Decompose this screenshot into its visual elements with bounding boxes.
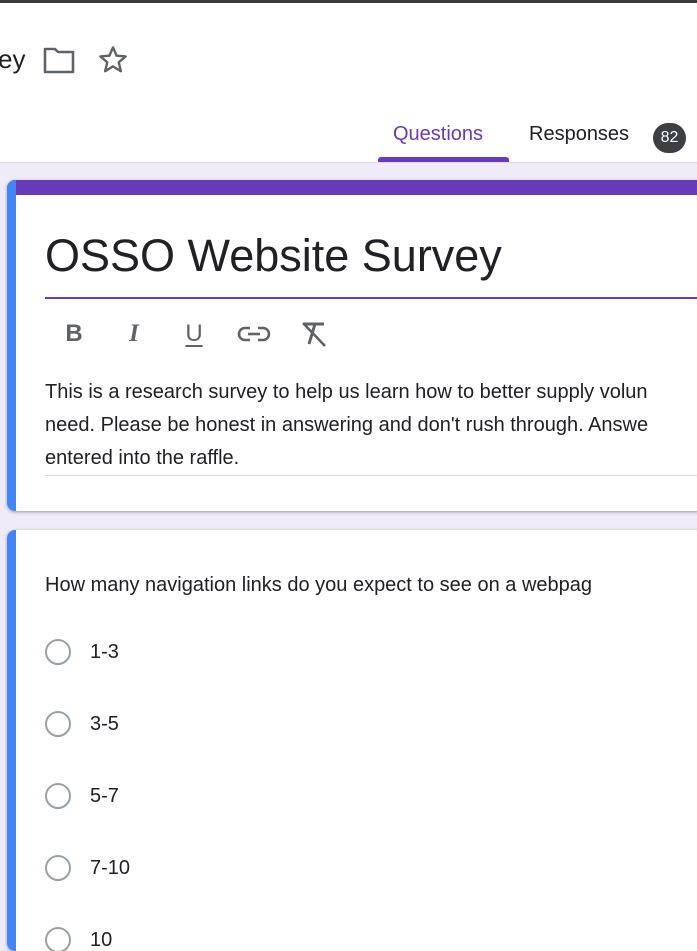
question-card[interactable]: How many navigation links do you expect … <box>7 530 697 951</box>
radio-button[interactable] <box>45 855 71 881</box>
option-item[interactable]: 1-3 <box>45 636 119 668</box>
star-outline-icon[interactable] <box>96 43 130 77</box>
option-item[interactable]: 5-7 <box>45 780 119 812</box>
bold-button[interactable]: B <box>54 314 94 354</box>
card-focus-bar <box>7 180 16 511</box>
underline-button[interactable]: U <box>174 314 214 354</box>
option-label: 3-5 <box>90 712 119 735</box>
italic-button[interactable]: I <box>114 314 154 354</box>
form-title-input[interactable]: OSSO Website Survey <box>45 228 502 284</box>
document-title[interactable]: ey <box>0 43 25 75</box>
clear-formatting-icon <box>302 322 326 347</box>
link-icon <box>237 326 271 342</box>
radio-button[interactable] <box>45 927 71 951</box>
responses-count-badge: 82 <box>653 123 686 153</box>
radio-button[interactable] <box>45 783 71 809</box>
form-description-input[interactable]: This is a research survey to help us lea… <box>45 376 697 475</box>
description-underline <box>45 475 697 476</box>
option-item[interactable]: 7-10 <box>45 852 130 884</box>
description-line: This is a research survey to help us lea… <box>45 381 648 403</box>
clear-formatting-button[interactable] <box>294 314 334 354</box>
option-item[interactable]: 3-5 <box>45 708 119 740</box>
question-text[interactable]: How many navigation links do you expect … <box>45 571 592 599</box>
description-line: need. Please be honest in answering and … <box>45 414 649 436</box>
option-label: 7-10 <box>90 856 131 879</box>
form-header: ey Questions Responses 82 <box>0 3 697 163</box>
option-item[interactable]: 10 <box>45 924 112 951</box>
option-label: 10 <box>90 928 113 951</box>
link-button[interactable] <box>234 314 274 354</box>
option-label: 5-7 <box>90 784 119 807</box>
description-line: entered into the raffle. <box>45 447 240 469</box>
card-accent-band <box>7 180 697 195</box>
card-focus-bar <box>7 530 16 951</box>
tab-responses[interactable]: Responses <box>529 120 629 148</box>
radio-button[interactable] <box>45 711 71 737</box>
tab-questions[interactable]: Questions <box>393 120 483 148</box>
option-label: 1-3 <box>90 640 119 663</box>
title-input-underline <box>45 297 697 299</box>
radio-button[interactable] <box>45 639 71 665</box>
folder-icon[interactable] <box>42 43 76 77</box>
active-tab-indicator <box>378 157 509 162</box>
form-title-card: OSSO Website Survey B I U This is a rese… <box>7 180 697 511</box>
